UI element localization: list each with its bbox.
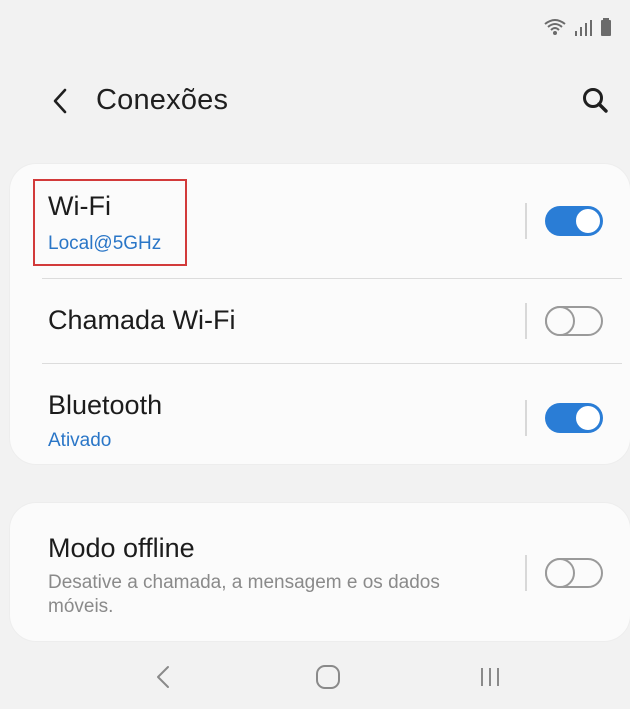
back-nav-icon[interactable]	[146, 659, 182, 695]
offline-description-line-1: Desative a chamada, a mensagem e os dado…	[48, 572, 440, 593]
wifi-calling-row[interactable]: Chamada Wi-Fi	[10, 279, 630, 363]
separator	[525, 555, 527, 591]
search-icon[interactable]	[580, 84, 610, 118]
chevron-left-icon[interactable]	[46, 80, 76, 124]
bluetooth-status: Ativado	[48, 430, 112, 451]
toggle-knob	[574, 404, 602, 432]
page-title: Conexões	[96, 84, 229, 116]
navigation-bar	[0, 647, 630, 709]
wifi-highlight-box	[33, 179, 187, 266]
separator	[525, 303, 527, 339]
bluetooth-label: Bluetooth	[48, 390, 163, 420]
toggle-knob	[574, 207, 602, 235]
home-nav-icon[interactable]	[310, 659, 346, 695]
bluetooth-toggle[interactable]	[545, 403, 603, 433]
wifi-calling-toggle[interactable]	[545, 306, 603, 336]
offline-mode-toggle[interactable]	[545, 558, 603, 588]
header-bar: Conexões	[0, 80, 630, 124]
separator	[525, 400, 527, 436]
status-bar	[544, 18, 612, 36]
offline-mode-description: Desative a chamada, a mensagem e os dado…	[48, 571, 440, 619]
bluetooth-row[interactable]: Bluetooth Ativado	[10, 364, 630, 464]
battery-icon	[601, 18, 611, 36]
separator	[525, 203, 527, 239]
offline-mode-label: Modo offline	[48, 533, 195, 563]
toggle-knob	[545, 306, 575, 336]
offline-mode-row[interactable]: Modo offline Desative a chamada, a mensa…	[10, 503, 630, 641]
wifi-toggle[interactable]	[545, 206, 603, 236]
wifi-icon	[544, 19, 566, 35]
toggle-knob	[545, 558, 575, 588]
recents-nav-icon[interactable]	[472, 659, 508, 695]
offline-description-line-2: móveis.	[48, 596, 114, 617]
signal-icon	[575, 20, 592, 36]
offline-card: Modo offline Desative a chamada, a mensa…	[10, 503, 630, 641]
wifi-calling-label: Chamada Wi-Fi	[48, 305, 236, 335]
